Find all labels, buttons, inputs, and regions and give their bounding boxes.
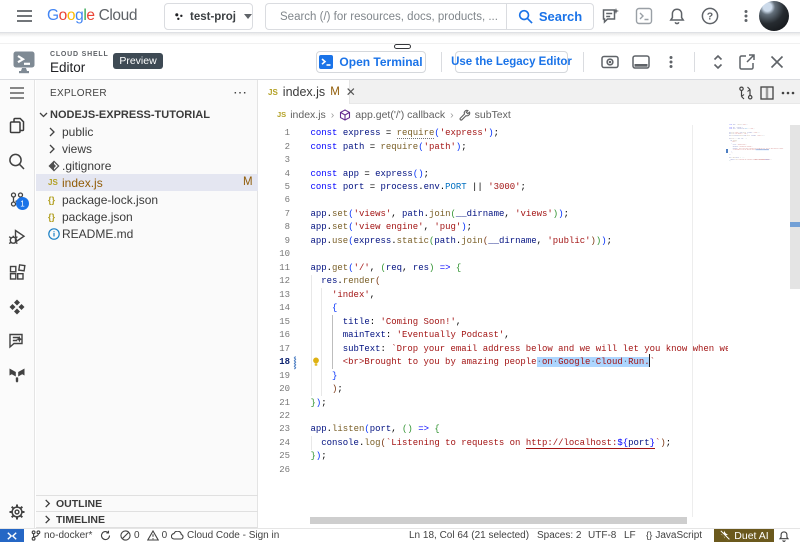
svg-text:?: ? (707, 11, 713, 23)
svg-text:1: 1 (20, 199, 25, 208)
